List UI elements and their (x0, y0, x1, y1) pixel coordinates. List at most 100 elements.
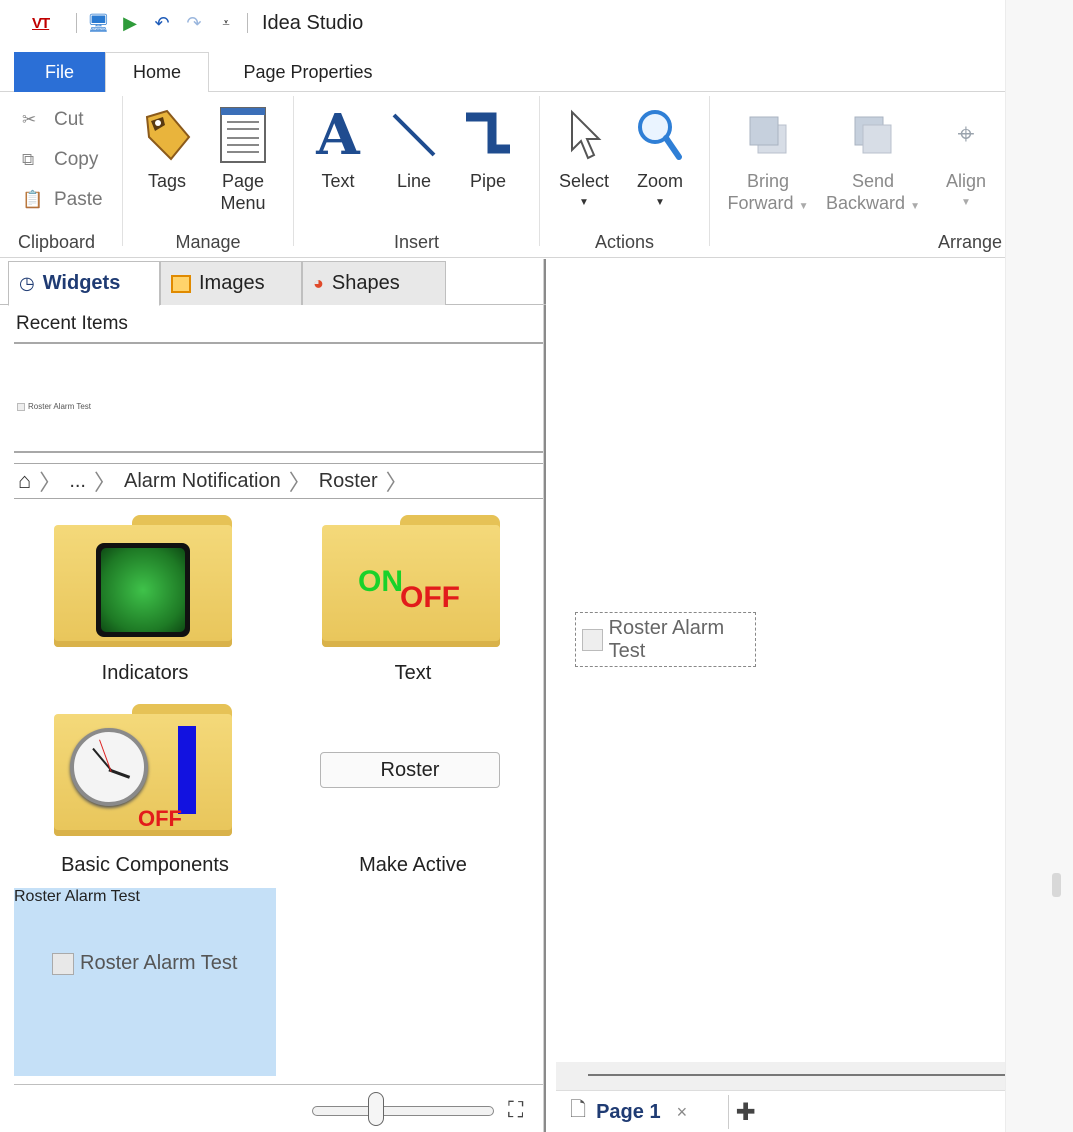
folder-tile-basic-components[interactable]: OFF Basic Components (14, 702, 276, 892)
canvas-widget-label: Roster Alarm Test (608, 616, 725, 662)
select-label-text: Select (558, 171, 610, 191)
zoom-label: Zoom ▼ (637, 170, 683, 214)
send-backward-icon (843, 104, 903, 166)
text-button[interactable]: A Text (302, 102, 374, 192)
fit-to-window-icon[interactable]: ⛶ (508, 1097, 523, 1123)
on-text-icon: ON (358, 565, 403, 598)
chevron-right-icon: 〉 (39, 471, 62, 496)
qat-separator (76, 13, 77, 33)
right-gutter (1005, 0, 1073, 1132)
breadcrumb-alarm-notification[interactable]: Alarm Notification (120, 470, 285, 493)
widget-tile-roster-alarm-test[interactable]: Roster Alarm Test Roster Alarm Test (14, 888, 276, 1076)
tab-home[interactable]: Home (105, 52, 209, 93)
off-text-icon: OFF (138, 806, 182, 831)
paste-button[interactable]: 📋 Paste (22, 187, 103, 213)
copy-button[interactable]: ⧉ Copy (22, 147, 98, 173)
dropdown-arrow-icon: ▼ (798, 201, 809, 212)
undo-icon[interactable]: ↶ (151, 13, 173, 34)
scroll-handle[interactable] (1052, 873, 1061, 897)
checkbox-icon (17, 402, 25, 411)
dropdown-arrow-icon: ▼ (961, 197, 971, 208)
tab-widgets[interactable]: ◷ Widgets (8, 261, 160, 306)
paste-label: Paste (54, 189, 103, 210)
canvas-widget-roster-alarm-test[interactable]: Roster Alarm Test (575, 612, 756, 667)
redo-icon[interactable]: ↷ (183, 13, 205, 34)
breadcrumb-ellipsis[interactable]: ... (65, 470, 90, 493)
page-icon: 🗋 (570, 1099, 587, 1121)
recent-item[interactable]: Roster Alarm Test (17, 402, 91, 411)
folder-tile-indicators[interactable]: Indicators (14, 510, 276, 700)
ribbon: ✂ Cut ⧉ Copy 📋 Paste Clipboard Tags Page… (0, 92, 1005, 258)
line-label: Line (396, 171, 432, 191)
indicators-label: Indicators (101, 662, 189, 684)
copy-label: Copy (54, 149, 99, 170)
add-page-icon[interactable]: ✚ (728, 1095, 762, 1129)
off-text-icon: OFF (400, 581, 460, 614)
page-menu-label: Page Menu (220, 170, 265, 214)
bring-forward-label: Bring Forward ▼ (728, 170, 809, 218)
tab-images-label: Images (199, 272, 265, 294)
scrollbar-thumb[interactable] (588, 1074, 1005, 1076)
quick-access-toolbar: VT 🖥 ▶ ↶ ↷ ⩡ Idea Studio (0, 0, 1005, 46)
home-icon[interactable]: ⌂ (14, 468, 35, 494)
roster-alarm-test-label: Roster Alarm Test (14, 888, 140, 905)
align-icon: ⌖ (957, 118, 975, 151)
folder-tile-text[interactable]: ON OFF Text (282, 510, 544, 700)
recent-item-label: Roster Alarm Test (28, 402, 91, 411)
page-tabs-bar: 🗋 Page 1 × ✚ (556, 1090, 1005, 1132)
send-backward-line2-text: Backward (826, 193, 906, 213)
tags-button[interactable]: Tags (131, 104, 203, 192)
shapes-icon: ◕ (313, 273, 324, 293)
select-button[interactable]: Select ▼ (548, 104, 620, 214)
divider (14, 342, 544, 344)
send-backward-button[interactable]: Send Backward ▼ (824, 104, 922, 218)
app-title: Idea Studio (262, 11, 364, 34)
chevron-right-icon: 〉 (288, 471, 311, 496)
send-backward-line2: Backward ▼ (826, 192, 920, 218)
customize-qat-icon[interactable]: ⩡ (215, 15, 237, 31)
bring-forward-button[interactable]: Bring Forward ▼ (722, 104, 814, 218)
ribbon-tabs: File Home Page Properties (0, 52, 1005, 93)
pipe-icon (458, 104, 518, 166)
dropdown-arrow-icon: ▼ (579, 197, 589, 208)
zoom-slider-track[interactable] (312, 1106, 494, 1116)
cursor-arrow-icon (554, 104, 614, 166)
breadcrumb-roster[interactable]: Roster (315, 470, 382, 493)
clipboard-group-label: Clipboard (18, 232, 96, 252)
tab-widgets-label: Widgets (42, 272, 121, 294)
qat-separator (247, 13, 248, 33)
widget-tile-make-active[interactable]: Make Active (282, 702, 544, 892)
tab-file[interactable]: File (14, 52, 105, 92)
make-active-label: Make Active (359, 854, 467, 876)
monitor-publish-icon[interactable]: 🖥 (87, 13, 110, 34)
panel-splitter[interactable] (543, 259, 544, 1132)
zoom-button[interactable]: Zoom ▼ (624, 104, 696, 214)
tab-page-properties[interactable]: Page Properties (218, 52, 398, 92)
chevron-right-icon: 〉 (385, 471, 408, 496)
text-folder-label: Text (394, 662, 432, 684)
send-backward-line1: Send (851, 171, 895, 191)
tags-label: Tags (147, 171, 187, 191)
pipe-button[interactable]: Pipe (452, 104, 524, 192)
run-preview-icon[interactable]: ▶ (119, 13, 141, 34)
page-menu-icon (213, 104, 273, 166)
align-button[interactable]: ⌖ Align ▼ (930, 104, 1002, 214)
cut-button[interactable]: ✂ Cut (22, 107, 84, 133)
library-tabs: ◷ Widgets Images ◕ Shapes (0, 259, 546, 306)
line-button[interactable]: Line (378, 104, 450, 192)
insert-group: A Text Line Pipe Insert (294, 92, 539, 258)
roster-button-preview[interactable]: Roster (320, 752, 500, 788)
horizontal-scrollbar[interactable] (556, 1062, 1005, 1090)
zoom-slider-thumb[interactable] (368, 1092, 384, 1126)
tab-page-1[interactable]: 🗋 Page 1 × (570, 1093, 687, 1131)
bring-forward-line2: Forward ▼ (728, 192, 809, 218)
close-icon[interactable]: × (677, 1102, 688, 1123)
tab-images[interactable]: Images (160, 261, 302, 305)
folder-icon (54, 515, 232, 647)
tab-shapes[interactable]: ◕ Shapes (302, 261, 446, 305)
folder-icon: OFF (54, 704, 232, 836)
bring-forward-line1: Bring (746, 171, 790, 191)
page-menu-button[interactable]: Page Menu (207, 104, 279, 214)
cut-label: Cut (54, 109, 84, 130)
page-menu-label-line2: Menu (220, 193, 266, 213)
